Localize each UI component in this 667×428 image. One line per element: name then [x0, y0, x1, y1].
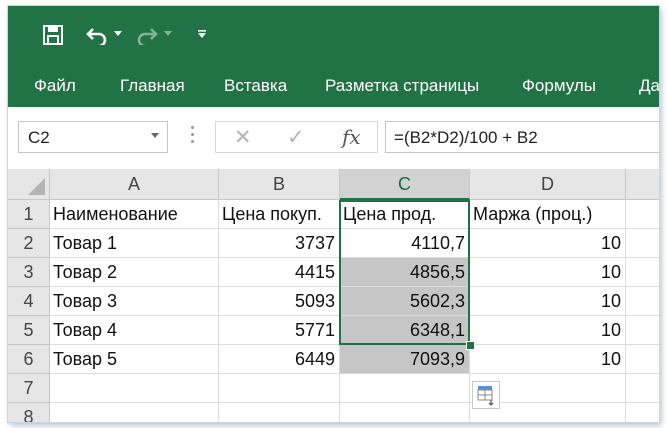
cell-a4[interactable]: Товар 3	[50, 287, 219, 316]
quick-analysis-button[interactable]	[472, 381, 500, 409]
redo-button[interactable]	[132, 20, 162, 50]
row-header-3[interactable]: 3	[8, 258, 50, 287]
worksheet-grid[interactable]: A B C D 1 2 3 4 5 6 7 8 Наименование Цен…	[8, 169, 659, 422]
row-header-8[interactable]: 8	[8, 403, 50, 422]
column-header-b[interactable]: B	[219, 169, 340, 200]
cell-b5[interactable]: 5771	[219, 316, 340, 345]
cell-e2[interactable]	[626, 229, 659, 258]
cell-a5[interactable]: Товар 4	[50, 316, 219, 345]
cell-b2[interactable]: 3737	[219, 229, 340, 258]
redo-icon	[137, 28, 158, 45]
selection-range-border	[339, 200, 470, 345]
chevron-down-icon	[164, 31, 172, 36]
tab-page-layout[interactable]: Разметка страницы	[325, 76, 479, 96]
tab-insert[interactable]: Вставка	[224, 76, 287, 96]
cell-d1[interactable]: Маржа (проц.)	[470, 200, 626, 229]
cancel-icon[interactable]: ✕	[234, 125, 252, 150]
column-header-e[interactable]	[626, 169, 659, 200]
row-header-5[interactable]: 5	[8, 316, 50, 345]
insert-function-button[interactable]: fx	[342, 125, 361, 149]
cell-b3[interactable]: 4415	[219, 258, 340, 287]
cell-a6[interactable]: Товар 5	[50, 345, 219, 374]
quick-analysis-icon	[477, 386, 494, 406]
cell-e3[interactable]	[626, 258, 659, 287]
formula-text: =(B2*D2)/100 + B2	[394, 128, 538, 147]
tab-formulas[interactable]: Формулы	[522, 76, 596, 96]
cell-b7[interactable]	[219, 374, 340, 403]
name-box-value: C2	[28, 128, 50, 147]
cell-d3[interactable]: 10	[470, 258, 626, 287]
enter-icon[interactable]: ✓	[287, 125, 305, 150]
undo-dropdown[interactable]	[112, 26, 124, 42]
undo-icon	[86, 28, 107, 45]
save-button[interactable]	[38, 20, 68, 50]
cell-e1[interactable]	[626, 200, 659, 229]
chevron-down-icon	[114, 31, 122, 36]
cell-b4[interactable]: 5093	[219, 287, 340, 316]
name-box[interactable]: C2	[18, 121, 168, 153]
row-header-2[interactable]: 2	[8, 229, 50, 258]
tab-file[interactable]: Файл	[34, 76, 76, 96]
cell-a8[interactable]	[50, 403, 219, 422]
cell-e7[interactable]	[626, 374, 659, 403]
customize-toolbar-button[interactable]	[195, 24, 209, 44]
cell-a3[interactable]: Товар 2	[50, 258, 219, 287]
formula-bar-area: C2 ✕ ✓ fx =(B2*D2)/100 + B2	[8, 107, 659, 169]
cell-d2[interactable]: 10	[470, 229, 626, 258]
chevron-down-icon[interactable]	[151, 133, 159, 138]
ribbon: Файл Главная Вставка Разметка страницы Ф…	[8, 6, 659, 107]
formula-input[interactable]: =(B2*D2)/100 + B2	[385, 121, 659, 153]
excel-window: Файл Главная Вставка Разметка страницы Ф…	[8, 6, 659, 422]
cell-d6[interactable]: 10	[470, 345, 626, 374]
row-header-6[interactable]: 6	[8, 345, 50, 374]
cell-e4[interactable]	[626, 287, 659, 316]
cell-b8[interactable]	[219, 403, 340, 422]
row-header-4[interactable]: 4	[8, 287, 50, 316]
tab-data[interactable]: Да	[639, 76, 659, 96]
fill-handle[interactable]	[466, 341, 475, 350]
cell-e6[interactable]	[626, 345, 659, 374]
select-all-button[interactable]	[8, 169, 50, 200]
cell-b1[interactable]: Цена покуп.	[219, 200, 340, 229]
cell-a7[interactable]	[50, 374, 219, 403]
cell-a2[interactable]: Товар 1	[50, 229, 219, 258]
tab-home[interactable]: Главная	[120, 76, 185, 96]
formula-buttons: ✕ ✓ fx	[215, 121, 378, 153]
cell-c7[interactable]	[340, 374, 470, 403]
column-header-c[interactable]: C	[340, 169, 470, 200]
redo-dropdown[interactable]	[162, 26, 174, 42]
cell-c8[interactable]	[340, 403, 470, 422]
row-header-1[interactable]: 1	[8, 200, 50, 229]
column-header-d[interactable]: D	[470, 169, 626, 200]
cell-d5[interactable]: 10	[470, 316, 626, 345]
cell-e5[interactable]	[626, 316, 659, 345]
formula-bar-resize-handle[interactable]	[191, 126, 195, 147]
row-header-7[interactable]: 7	[8, 374, 50, 403]
cell-c6[interactable]: 7093,9	[340, 345, 470, 374]
column-header-a[interactable]: A	[50, 169, 219, 200]
cell-d4[interactable]: 10	[470, 287, 626, 316]
save-icon	[43, 25, 63, 45]
cell-b6[interactable]: 6449	[219, 345, 340, 374]
undo-button[interactable]	[82, 20, 112, 50]
customize-toolbar-icon	[198, 30, 206, 38]
cell-a1[interactable]: Наименование	[50, 200, 219, 229]
